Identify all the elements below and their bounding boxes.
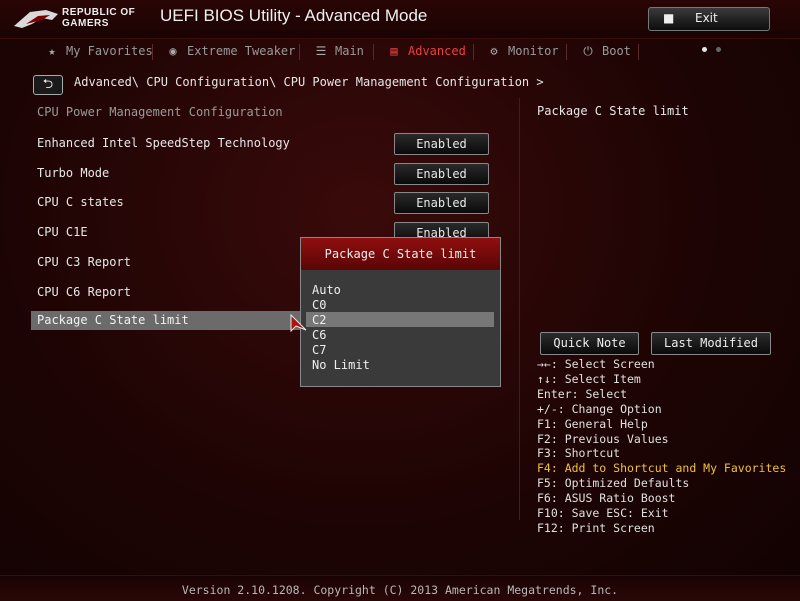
setting-value-cpu-c-states[interactable]: Enabled: [394, 192, 489, 214]
tab-monitor[interactable]: ⚙ Monitor: [486, 44, 558, 58]
tab-main[interactable]: ☰ Main: [313, 44, 364, 58]
key-help-item: →←: Select Screen: [537, 357, 655, 371]
tab-separator: [566, 44, 567, 60]
setting-label-speedstep[interactable]: Enhanced Intel SpeedStep Technology: [37, 136, 290, 150]
key-help-list: →←: Select Screen ↑↓: Select Item Enter:…: [537, 357, 786, 536]
key-help-item: F5: Optimized Defaults: [537, 476, 690, 491]
page-indicator-dot-active[interactable]: [702, 47, 707, 52]
popup-option-c0[interactable]: C0: [312, 298, 326, 312]
advanced-icon: ▤: [390, 44, 398, 58]
popup-option-no-limit[interactable]: No Limit: [312, 358, 370, 372]
tab-boot[interactable]: ⏻ Boot: [580, 44, 631, 59]
section-title: CPU Power Management Configuration: [37, 105, 283, 119]
star-icon: ★: [48, 44, 56, 58]
tab-separator: [638, 44, 639, 60]
key-help-item: F3: Shortcut: [537, 446, 621, 461]
setting-label-cpu-c3-report[interactable]: CPU C3 Report: [37, 255, 131, 269]
back-arrow-icon: ⮌: [42, 77, 54, 92]
setting-label-cpu-c6-report[interactable]: CPU C6 Report: [37, 285, 131, 299]
key-help-item: ↑↓: Select Item: [537, 371, 641, 386]
mouse-cursor-icon: [290, 314, 307, 333]
quick-note-button[interactable]: Quick Note: [540, 332, 639, 355]
list-icon: ☰: [315, 44, 327, 58]
monitor-icon: ⚙: [490, 44, 498, 58]
tab-extreme-tweaker[interactable]: ◉ Extreme Tweaker: [165, 44, 295, 58]
popup-option-c6[interactable]: C6: [312, 328, 326, 342]
popup-option-c2[interactable]: C2: [312, 313, 326, 327]
tweaker-icon: ◉: [169, 44, 177, 58]
key-help-item: F1: General Help: [537, 416, 648, 431]
tab-separator: [152, 44, 153, 60]
breadcrumb[interactable]: Advanced\ CPU Configuration\ CPU Power M…: [74, 75, 544, 89]
tab-my-favorites[interactable]: ★ My Favorites: [44, 44, 152, 58]
power-icon: ⏻: [583, 44, 593, 58]
setting-label-cpu-c1e[interactable]: CPU C1E: [37, 225, 88, 239]
back-button[interactable]: ⮌: [33, 75, 63, 95]
panel-divider: [519, 98, 520, 520]
setting-label-package-c-state-limit[interactable]: Package C State limit: [37, 313, 189, 327]
setting-label-cpu-c-states[interactable]: CPU C states: [37, 195, 124, 209]
key-help-item: +/-: Change Option: [537, 401, 662, 416]
key-help-item-highlight: F4: Add to Shortcut and My Favorites: [537, 461, 787, 476]
key-help-item: F2: Previous Values: [537, 431, 669, 446]
option-popup: Package C State limit Auto C0 C2 C6 C7 N…: [300, 237, 501, 387]
rog-logo-text: REPUBLIC OF GAMERS: [62, 7, 136, 29]
help-title: Package C State limit: [537, 104, 689, 118]
exit-door-icon: ■: [663, 11, 675, 25]
popup-option-auto[interactable]: Auto: [312, 283, 341, 297]
tab-separator: [473, 44, 474, 60]
popup-title: Package C State limit: [301, 238, 500, 270]
tab-separator: [299, 44, 300, 60]
popup-selected-highlight[interactable]: [306, 312, 494, 327]
tab-advanced[interactable]: ▤ Advanced: [386, 44, 465, 58]
setting-value-turbo-mode[interactable]: Enabled: [394, 163, 489, 185]
key-help-item: F12: Print Screen: [537, 520, 655, 535]
setting-label-turbo-mode[interactable]: Turbo Mode: [37, 166, 109, 180]
exit-button[interactable]: ■ Exit: [648, 7, 770, 31]
page-title: UEFI BIOS Utility - Advanced Mode: [160, 6, 428, 25]
setting-value-speedstep[interactable]: Enabled: [394, 133, 489, 155]
key-help-item: F6: ASUS Ratio Boost: [537, 491, 676, 506]
last-modified-button[interactable]: Last Modified: [651, 332, 771, 355]
popup-option-c7[interactable]: C7: [312, 343, 326, 357]
tab-separator: [373, 44, 374, 60]
key-help-item: Enter: Select: [537, 386, 628, 401]
footer-copyright: Version 2.10.1208. Copyright (C) 2013 Am…: [181, 583, 619, 597]
key-help-item: F10: Save ESC: Exit: [537, 506, 669, 521]
page-indicator-dot[interactable]: [716, 47, 721, 52]
